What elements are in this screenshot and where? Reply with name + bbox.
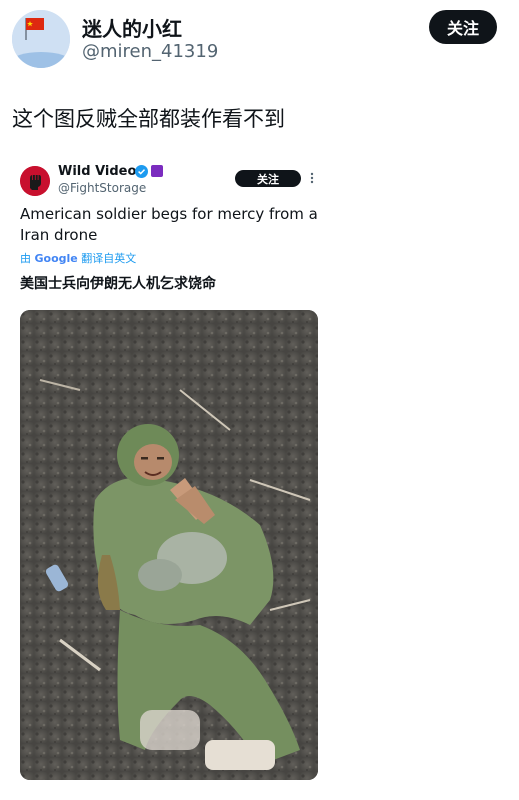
google-brand: Google: [34, 252, 78, 265]
quoted-post-screenshot[interactable]: Wild Videos @FightStorage 关注 American so…: [12, 158, 332, 790]
quoted-author-handle: @FightStorage: [58, 181, 147, 195]
soldier-photo[interactable]: [20, 310, 318, 780]
quoted-author-avatar: [20, 166, 50, 196]
quoted-post-text: American soldier begs for mercy from a I…: [20, 205, 318, 244]
quoted-translation-text: 美国士兵向伊朗无人机乞求饶命: [20, 276, 216, 292]
verified-badge-icon: [135, 165, 148, 178]
translation-attribution: 由 Google 翻译自英文: [20, 250, 136, 266]
more-options-icon: [310, 172, 314, 184]
quoted-follow-button: 关注: [235, 170, 301, 187]
soldier-photo-image: [20, 310, 318, 780]
translated-by-prefix: 由: [20, 252, 31, 265]
quoted-author-name: Wild Videos: [58, 164, 145, 179]
affiliation-badge-icon: [151, 165, 163, 177]
red-flag-avatar-icon: [12, 10, 70, 68]
post-text: 这个图反贼全部都装作看不到: [12, 107, 285, 131]
follow-button[interactable]: 关注: [429, 10, 497, 44]
author-display-name[interactable]: 迷人的小红: [82, 13, 182, 42]
translated-from-label: 翻译自英文: [81, 252, 137, 265]
raised-fist-icon: [20, 166, 50, 196]
author-avatar[interactable]: [12, 10, 70, 68]
post-header: 迷人的小红 @miren_41319 关注: [0, 0, 519, 80]
author-handle[interactable]: @miren_41319: [82, 41, 218, 62]
